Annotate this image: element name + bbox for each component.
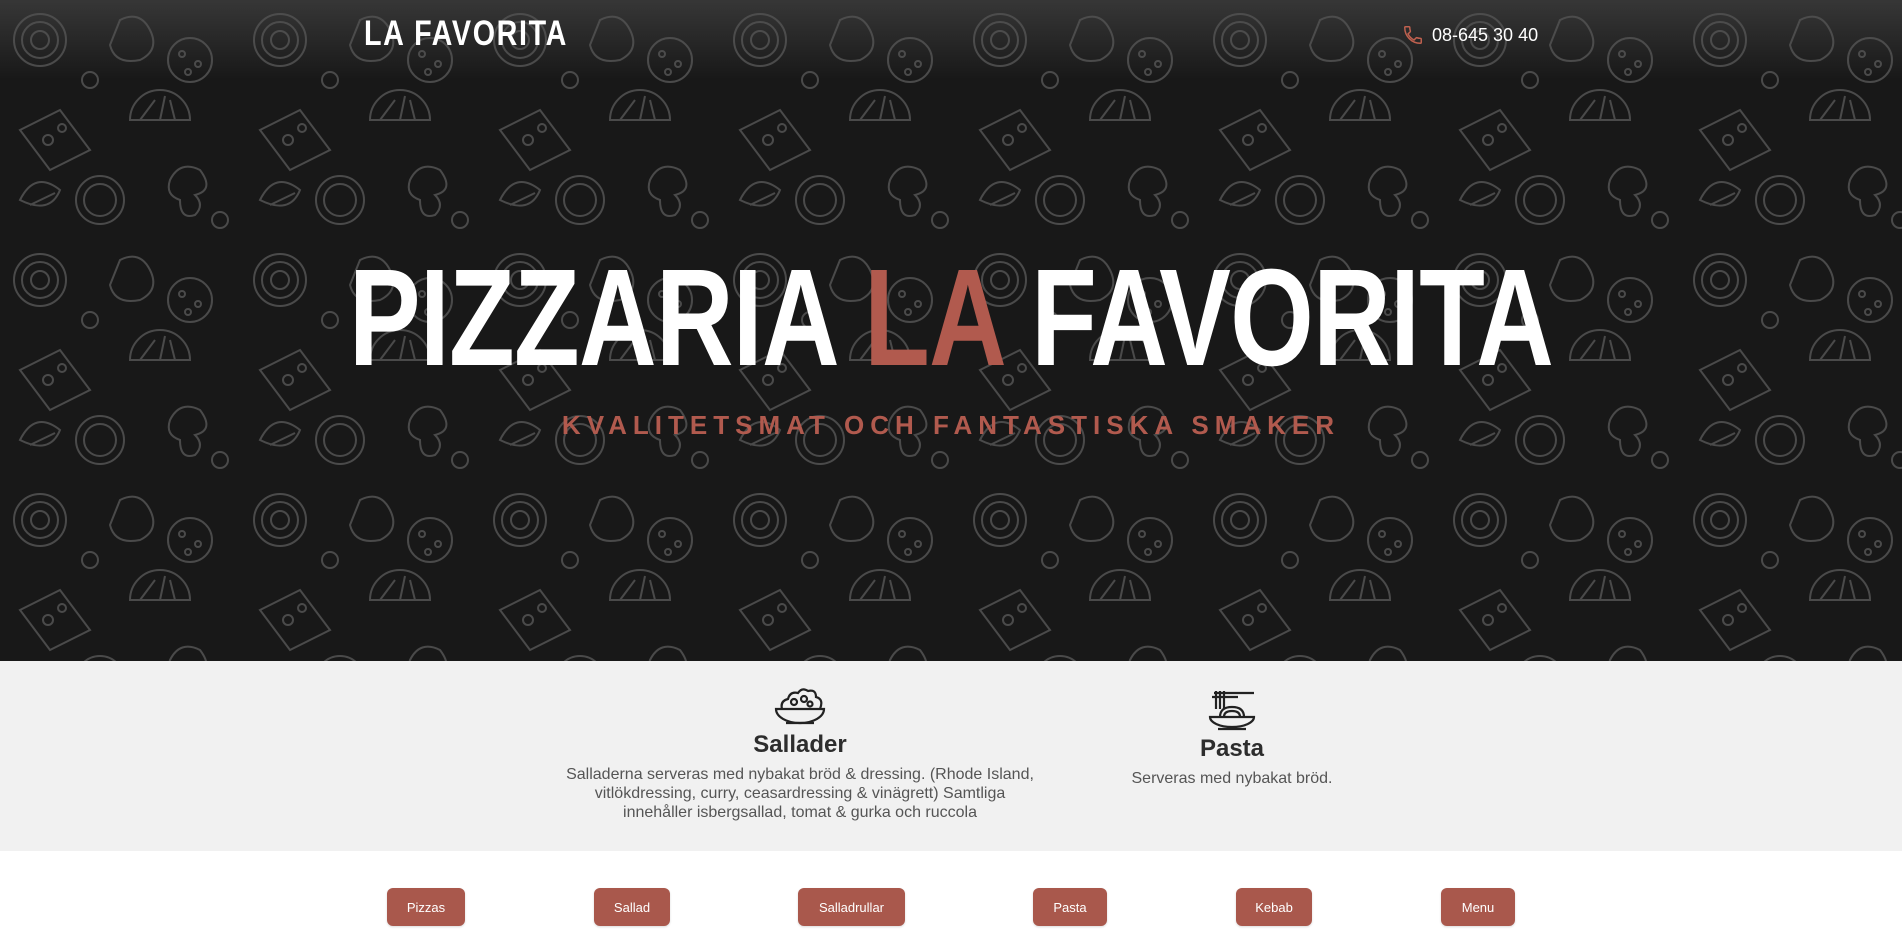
phone-link[interactable]: 08-645 30 40 <box>1402 24 1538 46</box>
category-title: Sallader <box>753 731 847 758</box>
hero-title: PIZZARIA LA FAVORITA <box>0 248 1902 388</box>
top-navigation-bar: LA FAVORITA 08-645 30 40 <box>0 0 1902 76</box>
category-section: Sallader Salladerna serveras med nybakat… <box>0 661 1902 851</box>
phone-number: 08-645 30 40 <box>1432 24 1539 45</box>
hero-title-part1: PIZZARIA <box>348 241 836 395</box>
phone-icon <box>1404 26 1422 44</box>
pasta-plate-icon <box>1208 691 1256 731</box>
hero-section: LA FAVORITA 08-645 30 40 PIZZARIA LA FAV… <box>0 0 1902 661</box>
salad-bowl-icon <box>774 688 826 725</box>
pasta-button[interactable]: Pasta <box>1033 888 1107 926</box>
sallad-button[interactable]: Sallad <box>594 888 670 926</box>
hero-title-accent: LA <box>864 241 1003 395</box>
menu-button[interactable]: Menu <box>1441 888 1515 926</box>
menu-button-row: Pizzas Sallad Salladrullar Pasta Kebab M… <box>0 851 1902 942</box>
brand-logo[interactable]: LA FAVORITA <box>364 14 568 54</box>
salladrullar-button[interactable]: Salladrullar <box>798 888 905 926</box>
category-description: Salladerna serveras med nybakat bröd & d… <box>566 766 1034 821</box>
pizzas-button[interactable]: Pizzas <box>387 888 465 926</box>
category-title: Pasta <box>1199 735 1265 762</box>
category-pasta: Pasta Serveras med nybakat bröd. <box>1092 661 1372 788</box>
hero-title-part2: FAVORITA <box>1031 241 1554 395</box>
category-sallader: Sallader Salladerna serveras med nybakat… <box>560 661 1040 822</box>
hero-subtitle: KVALITETSMAT OCH FANTASTISKA SMAKER <box>561 410 1341 440</box>
kebab-button[interactable]: Kebab <box>1236 888 1312 926</box>
category-description: Serveras med nybakat bröd. <box>1131 770 1333 787</box>
